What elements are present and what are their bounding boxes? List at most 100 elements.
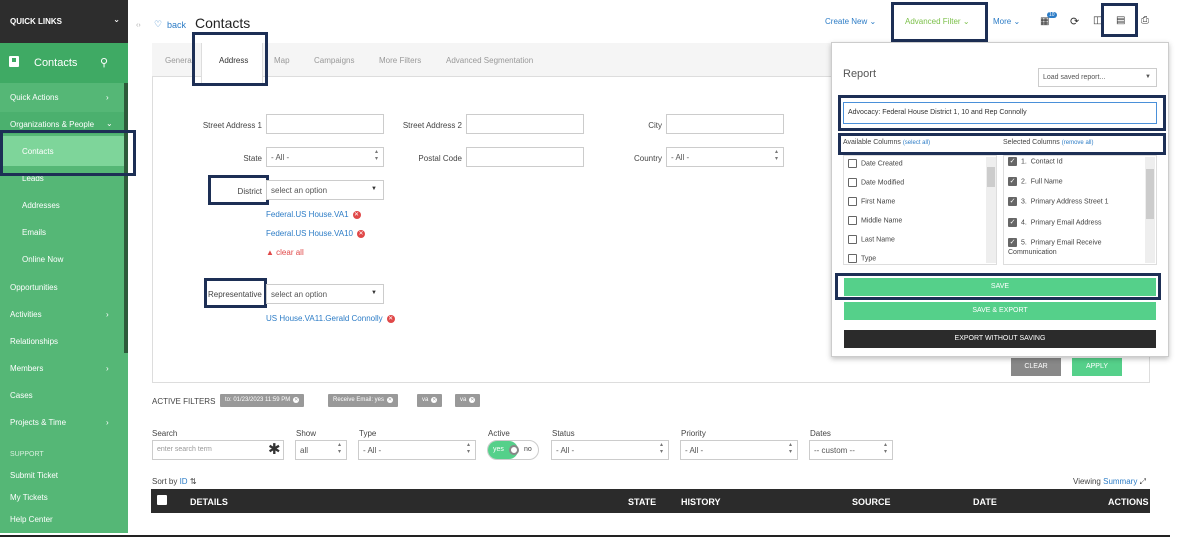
remove-icon[interactable]: ✕ bbox=[357, 229, 366, 238]
export-without-saving-button[interactable]: EXPORT WITHOUT SAVING bbox=[844, 330, 1156, 348]
sidebar-item-submit-ticket[interactable]: Submit Ticket bbox=[10, 471, 58, 480]
col-date[interactable]: DATE bbox=[973, 497, 997, 507]
col-history[interactable]: HISTORY bbox=[681, 497, 721, 507]
selected-column-item[interactable]: ✓ 2. Full Name bbox=[1008, 177, 1063, 186]
priority-select[interactable]: - All - bbox=[680, 440, 798, 460]
sidebar-item-members[interactable]: Members bbox=[10, 364, 43, 373]
country-select[interactable]: - All - bbox=[666, 147, 784, 167]
selected-column-item[interactable]: ✓ 1. Contact Id bbox=[1008, 157, 1063, 166]
postal-input[interactable] bbox=[466, 147, 584, 167]
viewing-mode-link[interactable]: Summary bbox=[1103, 477, 1137, 486]
scroll-thumb[interactable] bbox=[1146, 169, 1154, 219]
load-saved-select[interactable]: Load saved report... ▼ bbox=[1038, 68, 1157, 87]
expand-icon[interactable]: ⤢ bbox=[1140, 477, 1146, 486]
sidebar-scrollbar[interactable] bbox=[124, 83, 128, 353]
heart-icon[interactable]: ♡ bbox=[154, 19, 162, 30]
asterisk-icon[interactable]: ✱ bbox=[268, 440, 281, 458]
close-icon[interactable]: ✕ bbox=[431, 397, 438, 403]
checkbox-checked[interactable]: ✓ bbox=[1008, 218, 1017, 227]
col-state[interactable]: STATE bbox=[628, 497, 656, 507]
clear-button[interactable]: CLEAR bbox=[1011, 358, 1061, 376]
dates-select[interactable]: -- custom -- bbox=[809, 440, 893, 460]
checkbox[interactable] bbox=[848, 159, 857, 168]
close-icon[interactable]: ✕ bbox=[293, 397, 300, 403]
street1-input[interactable] bbox=[266, 114, 384, 134]
sidebar-section-header[interactable]: Contacts ⚲ bbox=[0, 43, 128, 83]
selected-scrollbar[interactable] bbox=[1145, 157, 1155, 263]
report-name-input[interactable]: Advocacy: Federal House District 1, 10 a… bbox=[843, 102, 1157, 124]
tab-general[interactable]: General bbox=[165, 56, 193, 65]
remove-icon[interactable]: ✕ bbox=[352, 210, 361, 219]
sidebar-item-organizations[interactable]: Organizations & People bbox=[10, 120, 94, 129]
tab-campaigns[interactable]: Campaigns bbox=[314, 56, 354, 65]
tab-advanced-segmentation[interactable]: Advanced Segmentation bbox=[446, 56, 533, 65]
sort-icon[interactable]: ⇅ bbox=[190, 477, 197, 486]
print-icon[interactable]: ⎙ bbox=[1141, 15, 1149, 26]
selected-column-item[interactable]: ✓ 5. Primary Email Receive Communication bbox=[1008, 238, 1138, 258]
available-column-item[interactable]: First Name bbox=[848, 197, 895, 206]
sort-field-link[interactable]: ID bbox=[180, 477, 188, 486]
tab-more-filters[interactable]: More Filters bbox=[379, 56, 421, 65]
collapse-arrows-icon[interactable]: ‹› bbox=[136, 22, 141, 29]
available-column-item[interactable]: Date Modified bbox=[848, 178, 904, 187]
available-column-item[interactable]: Date Created bbox=[848, 159, 903, 168]
refresh-icon[interactable]: ⟳ bbox=[1070, 15, 1079, 28]
sidebar-item-cases[interactable]: Cases bbox=[10, 391, 33, 400]
close-icon[interactable]: ✕ bbox=[469, 397, 476, 403]
sidebar-item-relationships[interactable]: Relationships bbox=[10, 337, 58, 346]
sidebar-item-addresses[interactable]: Addresses bbox=[22, 201, 60, 210]
district-select[interactable]: select an option bbox=[266, 180, 384, 200]
save-export-button[interactable]: SAVE & EXPORT bbox=[844, 302, 1156, 320]
sidebar-item-help-center[interactable]: Help Center bbox=[10, 515, 53, 524]
remove-icon[interactable]: ✕ bbox=[386, 314, 395, 323]
sidebar-item-online-now[interactable]: Online Now bbox=[22, 255, 63, 264]
search-input[interactable]: enter search term bbox=[152, 440, 284, 460]
representative-tag[interactable]: US House.VA11.Gerald Connolly ✕ bbox=[266, 314, 395, 323]
available-scrollbar[interactable] bbox=[986, 157, 996, 263]
selected-column-item[interactable]: ✓ 3. Primary Address Street 1 bbox=[1008, 197, 1109, 206]
state-select[interactable]: - All - bbox=[266, 147, 384, 167]
back-link[interactable]: back bbox=[167, 20, 186, 30]
checkbox[interactable] bbox=[848, 197, 857, 206]
status-select[interactable]: - All - bbox=[551, 440, 669, 460]
quick-links-toggle[interactable]: QUICK LINKS ⌄ bbox=[0, 0, 128, 43]
col-source[interactable]: SOURCE bbox=[852, 497, 891, 507]
active-toggle[interactable]: yes no bbox=[487, 440, 539, 460]
search-icon[interactable]: ⚲ bbox=[100, 56, 108, 69]
remove-all-link[interactable]: (remove all) bbox=[1062, 140, 1094, 146]
more-button[interactable]: More ⌄ bbox=[993, 17, 1020, 26]
district-tag[interactable]: Federal.US House.VA10 ✕ bbox=[266, 229, 366, 238]
checkbox[interactable] bbox=[848, 235, 857, 244]
type-select[interactable]: - All - bbox=[358, 440, 476, 460]
filter-chip[interactable]: to: 01/23/2023 11:59 PM ✕ bbox=[220, 394, 305, 407]
available-column-item[interactable]: Type bbox=[848, 254, 876, 263]
city-input[interactable] bbox=[666, 114, 784, 134]
district-tag[interactable]: Federal.US House.VA1 ✕ bbox=[266, 210, 361, 219]
checkbox-checked[interactable]: ✓ bbox=[1008, 177, 1017, 186]
available-column-item[interactable]: Middle Name bbox=[848, 216, 902, 225]
street2-input[interactable] bbox=[466, 114, 584, 134]
filter-chip[interactable]: va ✕ bbox=[417, 394, 443, 407]
select-all-checkbox[interactable] bbox=[157, 495, 167, 505]
checkbox[interactable] bbox=[848, 254, 857, 263]
checkbox-checked[interactable]: ✓ bbox=[1008, 197, 1017, 206]
sidebar-item-my-tickets[interactable]: My Tickets bbox=[10, 493, 48, 502]
filter-chip[interactable]: Receive Email: yes ✕ bbox=[328, 394, 399, 407]
scroll-thumb[interactable] bbox=[987, 167, 995, 187]
close-icon[interactable]: ✕ bbox=[387, 397, 394, 403]
apply-button[interactable]: APPLY bbox=[1072, 358, 1122, 376]
toggle-knob[interactable] bbox=[509, 445, 519, 455]
filter-chip[interactable]: va ✕ bbox=[455, 394, 481, 407]
checkbox[interactable] bbox=[848, 178, 857, 187]
tab-map[interactable]: Map bbox=[274, 56, 290, 65]
show-select[interactable]: all bbox=[295, 440, 347, 460]
selected-column-item[interactable]: ✓ 4. Primary Email Address bbox=[1008, 218, 1102, 227]
sidebar-item-projects[interactable]: Projects & Time bbox=[10, 418, 66, 427]
sidebar-item-quick-actions[interactable]: Quick Actions bbox=[10, 93, 58, 102]
col-actions[interactable]: ACTIONS bbox=[1108, 497, 1149, 507]
save-button[interactable]: SAVE bbox=[844, 278, 1156, 296]
clear-all-link[interactable]: ▲ clear all bbox=[266, 248, 304, 257]
representative-select[interactable]: select an option bbox=[266, 284, 384, 304]
checkbox-checked[interactable]: ✓ bbox=[1008, 238, 1017, 247]
create-new-button[interactable]: Create New ⌄ bbox=[825, 17, 876, 26]
